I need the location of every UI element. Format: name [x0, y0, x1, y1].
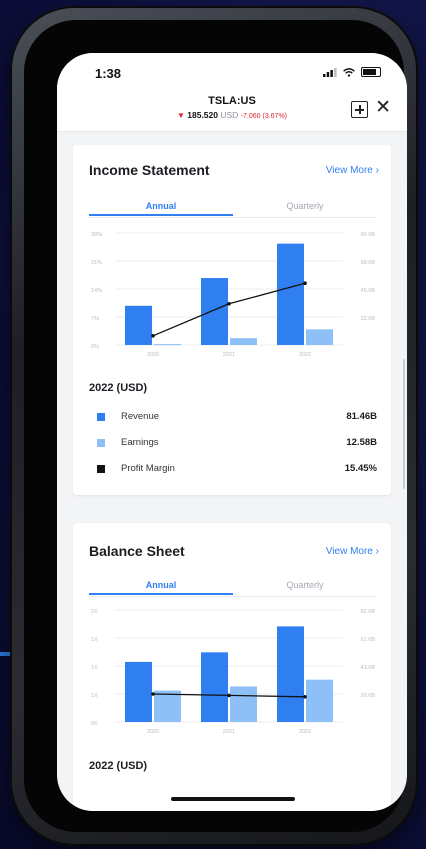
bar-primary: [201, 652, 228, 722]
legend-row-earnings: Earnings 12.58B: [97, 436, 377, 450]
balance-year-label: 2022 (USD): [89, 760, 148, 772]
income-statement-title: Income Statement: [89, 162, 210, 178]
balance-view-more-link[interactable]: View More ›: [326, 546, 379, 557]
x-tick-label: 2020: [147, 352, 159, 358]
line-point: [151, 692, 155, 696]
y-tick-label-right: 82.0B: [361, 609, 376, 615]
income-chart-svg: 28% 90.0B 21% 68.0B 14% 45.0B 7% 22.0B 0% 2020 202…: [91, 232, 376, 358]
wifi-icon: [343, 67, 355, 77]
legend-row-revenue: Revenue 81.46B: [97, 410, 377, 424]
line-point: [227, 302, 231, 306]
income-view-more-label: View More: [325, 165, 373, 176]
y-tick-label-left: 1X: [91, 693, 98, 699]
bar-primary: [125, 661, 152, 722]
legend-value: 15.45%: [344, 463, 377, 474]
x-tick-label: 2022: [299, 729, 311, 735]
chevron-right-icon: ›: [375, 546, 379, 557]
income-year-label: 2022 (USD): [89, 382, 148, 394]
tab-annual[interactable]: Annual: [89, 580, 233, 595]
legend-label: Revenue: [121, 411, 160, 422]
close-button[interactable]: ✕: [375, 98, 391, 118]
y-tick-label-left: 21%: [91, 260, 102, 266]
earnings-swatch: [97, 439, 105, 447]
x-tick-label: 2021: [223, 729, 235, 735]
y-tick-label-left: 0%: [91, 344, 99, 350]
app-screen: 1:38 TSLA:US ▼ 185.520 USD -7.060 (3.67%…: [57, 53, 407, 811]
line-point: [303, 281, 307, 285]
bar-secondary: [306, 679, 333, 722]
bar-primary: [201, 278, 228, 345]
status-time: 1:38: [95, 66, 122, 81]
bar-secondary: [154, 344, 181, 346]
scrollbar-thumb[interactable]: [403, 359, 405, 489]
profit-margin-swatch: [97, 465, 105, 473]
price-change: -7.060 (3.67%): [240, 113, 288, 120]
legend-value: 81.46B: [346, 411, 377, 422]
quote-header: TSLA:US ▼ 185.520 USD -7.060 (3.67%) ✕: [57, 93, 407, 132]
tab-annual[interactable]: Annual: [89, 201, 233, 216]
down-triangle-icon: ▼: [176, 111, 185, 120]
last-price: 185.520: [187, 110, 218, 120]
y-tick-label-right: 22.0B: [361, 316, 376, 322]
line-point: [303, 695, 307, 699]
y-tick-label-left: 7%: [91, 316, 99, 322]
y-tick-label-right: 90.0B: [361, 232, 376, 238]
y-tick-label-right: 20.0B: [361, 693, 376, 699]
income-chart: 28% 90.0B 21% 68.0B 14% 45.0B 7% 22.0B 0% 2020 202…: [89, 225, 377, 363]
bar-primary: [277, 626, 304, 722]
bar-secondary: [306, 329, 333, 345]
balance-tabs: Annual Quarterly: [89, 578, 377, 597]
status-bar: 1:38: [57, 53, 407, 93]
y-tick-label-left: 0X: [91, 721, 98, 727]
balance-view-more-label: View More: [325, 546, 373, 557]
tab-quarterly[interactable]: Quarterly: [233, 580, 377, 590]
revenue-swatch: [97, 413, 105, 421]
bar-secondary: [230, 338, 257, 345]
x-tick-label: 2022: [299, 352, 311, 358]
income-tabs: Annual Quarterly: [89, 199, 377, 218]
bar-secondary: [154, 690, 181, 722]
y-tick-label-left: 28%: [91, 232, 102, 238]
bar-primary: [277, 243, 304, 345]
y-tick-label-left: 1X: [91, 637, 98, 643]
legend-label: Earnings: [121, 437, 159, 448]
income-view-more-link[interactable]: View More ›: [326, 165, 379, 176]
price-currency: USD: [220, 110, 239, 120]
balance-sheet-title: Balance Sheet: [89, 543, 185, 559]
legend-row-profit-margin: Profit Margin 15.45%: [97, 462, 377, 476]
home-indicator[interactable]: [171, 797, 295, 801]
y-tick-label-right: 68.0B: [361, 260, 376, 266]
status-icons: [323, 67, 381, 77]
bar-primary: [125, 305, 152, 345]
x-tick-label: 2020: [147, 729, 159, 735]
line-point: [227, 693, 231, 698]
legend-value: 12.58B: [346, 437, 377, 448]
x-tick-label: 2021: [223, 352, 235, 358]
y-tick-label-left: 14%: [91, 288, 102, 294]
balance-chart-svg: 2X 82.0B 1X 61.0B 1X 41.0B 1X 20.0B 0X 2020 2021 20…: [91, 609, 376, 735]
bar-secondary: [230, 686, 257, 722]
add-to-watchlist-button[interactable]: [351, 101, 368, 118]
y-tick-label-right: 45.0B: [361, 288, 376, 294]
income-statement-card: Income Statement View More › Annual Quar…: [73, 145, 391, 495]
legend-label: Profit Margin: [121, 463, 175, 474]
battery-icon: [361, 67, 381, 77]
y-tick-label-right: 41.0B: [361, 665, 376, 671]
y-tick-label-left: 2X: [91, 609, 98, 615]
signal-icon: [323, 67, 337, 77]
line-point: [151, 334, 155, 338]
balance-sheet-card: Balance Sheet View More › Annual Quarter…: [73, 523, 391, 811]
tab-quarterly[interactable]: Quarterly: [233, 201, 377, 211]
y-tick-label-right: 61.0B: [361, 637, 376, 643]
phone-frame: 1:38 TSLA:US ▼ 185.520 USD -7.060 (3.67%…: [10, 6, 418, 846]
chevron-right-icon: ›: [375, 165, 379, 176]
balance-chart: 2X 82.0B 1X 61.0B 1X 41.0B 1X 20.0B 0X 2020 2021 20…: [89, 602, 377, 740]
y-tick-label-left: 1X: [91, 665, 98, 671]
